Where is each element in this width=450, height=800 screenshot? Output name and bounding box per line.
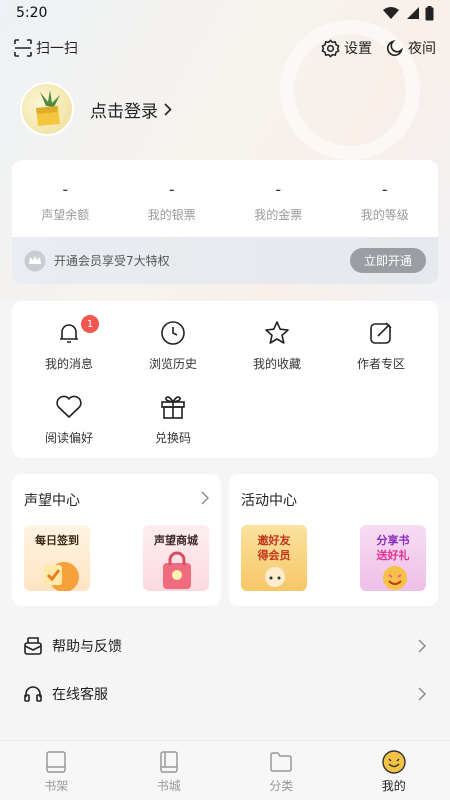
menu-item-redeem-code[interactable]: 兑换码 — [123, 391, 223, 446]
online-support-item[interactable]: 在线客服 — [0, 670, 450, 718]
settings-label: 设置 — [344, 41, 372, 57]
avatar-plant-icon — [36, 90, 60, 126]
profile-section[interactable]: 点击登录 — [20, 82, 172, 136]
menu-item-history[interactable]: 浏览历史 — [123, 317, 223, 372]
signal-icon — [407, 7, 419, 19]
stat-value: - — [275, 180, 282, 199]
top-bar: 扫一扫 设置 夜间 — [14, 34, 436, 62]
checkin-badge-icon — [44, 562, 79, 591]
headset-icon — [24, 686, 42, 702]
login-label: 点击登录 — [90, 101, 158, 122]
stat-gold[interactable]: - 我的金票 — [225, 180, 332, 237]
status-time: 5:20 — [16, 5, 48, 21]
tile-label: 声望商城 — [154, 534, 198, 547]
gear-icon — [321, 38, 340, 58]
chevron-right-icon — [418, 687, 426, 701]
tile-label: 每日签到 — [35, 534, 79, 547]
reputation-mall-tile[interactable]: 声望商城 — [143, 525, 209, 591]
stat-label: 我的金票 — [254, 208, 303, 222]
reputation-center-title: 声望中心 — [24, 493, 80, 509]
tab-label: 分类 — [269, 779, 294, 793]
stat-label: 声望余额 — [41, 208, 90, 222]
heart-icon — [56, 395, 82, 418]
bell-icon — [60, 324, 78, 343]
tile-label: 分享书 — [376, 534, 410, 547]
tab-bookstore[interactable]: 书城 — [113, 741, 226, 800]
scan-label: 扫一扫 — [36, 41, 78, 57]
stat-value: - — [168, 180, 175, 199]
activity-center-title: 活动中心 — [241, 493, 297, 509]
tile-sub-label: 送好礼 — [376, 549, 410, 562]
menu-item-author[interactable]: 作者专区 — [331, 317, 431, 372]
stat-label: 我的等级 — [360, 208, 409, 222]
battery-icon — [425, 5, 434, 20]
character-illustration-icon — [263, 566, 287, 587]
menu-grid: 1 我的消息 浏览历史 我的收藏 作者专区 阅读偏好 兑换码 — [12, 301, 438, 458]
stat-level[interactable]: - 我的等级 — [332, 180, 439, 237]
menu-label: 我的收藏 — [252, 357, 301, 371]
chevron-right-icon — [164, 102, 172, 116]
list-label: 在线客服 — [52, 687, 108, 703]
menu-item-favorites[interactable]: 我的收藏 — [227, 317, 327, 372]
vip-bar[interactable]: 开通会员享受7大特权 立即开通 — [12, 237, 438, 284]
bookstore-icon — [160, 751, 178, 773]
menu-item-messages[interactable]: 1 我的消息 — [19, 315, 119, 372]
daily-checkin-tile[interactable]: 每日签到 — [24, 525, 90, 591]
menu-label: 作者专区 — [356, 357, 405, 371]
star-icon — [265, 321, 289, 344]
feedback-icon — [24, 637, 42, 655]
crown-icon — [24, 250, 46, 271]
share-book-tile[interactable]: 分享书 送好礼 — [360, 525, 426, 591]
chevron-right-icon[interactable] — [201, 491, 209, 505]
settings-button[interactable]: 设置 — [321, 38, 372, 58]
stat-label: 我的银票 — [147, 208, 196, 222]
tab-bookshelf[interactable]: 书架 — [0, 741, 113, 800]
help-feedback-item[interactable]: 帮助与反馈 — [0, 622, 450, 670]
stat-reputation[interactable]: - 声望余额 — [12, 180, 119, 237]
list-label: 帮助与反馈 — [52, 639, 122, 655]
wallet-stats: - 声望余额 - 我的银票 - 我的金票 - 我的等级 — [12, 160, 438, 237]
folder-icon — [270, 752, 292, 772]
edit-icon — [370, 322, 392, 344]
menu-label: 阅读偏好 — [44, 431, 93, 445]
menu-label: 浏览历史 — [148, 357, 197, 371]
tile-label: 邀好友 — [257, 534, 291, 547]
stat-value: - — [381, 180, 388, 199]
status-bar: 5:20 — [0, 0, 450, 26]
scan-icon — [14, 39, 32, 57]
tile-sub-label: 得会员 — [257, 549, 291, 562]
reputation-center-card[interactable]: 声望中心 每日签到 声望商城 — [12, 474, 221, 606]
bookshelf-icon — [46, 751, 66, 773]
stat-value: - — [62, 180, 69, 199]
tab-label: 书架 — [44, 779, 69, 793]
gift-icon — [161, 396, 185, 419]
stat-silver[interactable]: - 我的银票 — [119, 180, 226, 237]
notification-badge: 1 — [81, 315, 99, 333]
activity-center-card[interactable]: 活动中心 邀好友 得会员 分享书 送好礼 — [229, 474, 438, 606]
tab-mine[interactable]: 我的 — [338, 741, 450, 800]
tab-label: 书城 — [156, 779, 181, 793]
scan-button[interactable]: 扫一扫 — [14, 38, 78, 58]
menu-label: 兑换码 — [154, 431, 191, 445]
vip-text: 开通会员享受7大特权 — [54, 254, 170, 268]
chevron-right-icon — [418, 639, 426, 653]
night-label: 夜间 — [408, 41, 436, 57]
shopping-bag-icon — [163, 551, 191, 589]
login-link[interactable]: 点击登录 — [90, 97, 172, 122]
tab-category[interactable]: 分类 — [225, 741, 338, 800]
menu-label: 我的消息 — [44, 357, 93, 371]
bottom-tab-bar: 书架 书城 分类 我的 — [0, 740, 450, 800]
avatar[interactable] — [20, 82, 74, 136]
night-mode-button[interactable]: 夜间 — [386, 38, 436, 58]
wifi-icon — [383, 7, 399, 19]
smile-icon — [382, 750, 406, 774]
moon-icon — [386, 40, 403, 57]
vip-open-button[interactable]: 立即开通 — [349, 248, 426, 273]
clock-icon — [161, 321, 185, 345]
smiley-gift-icon — [383, 566, 407, 590]
tab-label: 我的 — [381, 779, 406, 793]
invite-friends-tile[interactable]: 邀好友 得会员 — [241, 525, 307, 591]
menu-item-preferences[interactable]: 阅读偏好 — [19, 391, 119, 446]
wallet-card: - 声望余额 - 我的银票 - 我的金票 - 我的等级 开通会员享受7大特权 立… — [12, 160, 438, 284]
